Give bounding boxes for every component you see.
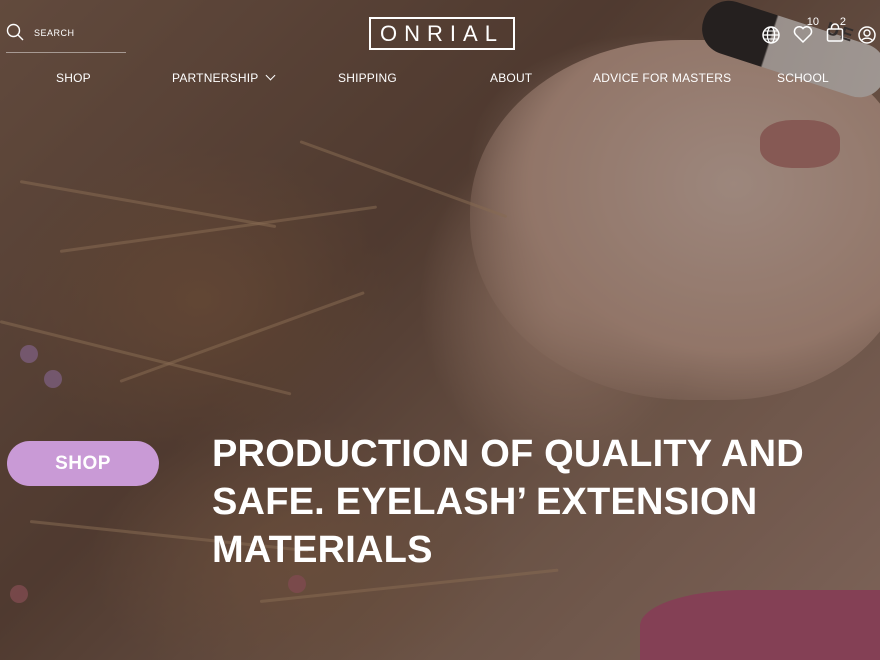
search-field[interactable]: SEARCH [6,22,126,53]
search-icon[interactable] [6,23,24,41]
hero-headline: PRODUCTION OF QUALITY AND SAFE. EYELASH’… [212,433,804,571]
nav-item-shop[interactable]: SHOP [56,71,91,85]
chevron-down-icon [266,70,276,81]
site-header: SEARCH ONRIAL 10 2 SHOP PARTNERSHIP SHIP… [0,0,880,96]
shop-button[interactable]: SHOP [7,441,159,486]
cart-count: 2 [839,16,846,28]
nav-item-school[interactable]: SCHOOL [777,71,829,85]
nav-item-partnership-label: PARTNERSHIP [172,71,259,85]
main-nav: SHOP PARTNERSHIP SHIPPING ABOUT ADVICE F… [0,70,880,87]
logo[interactable]: ONRIAL [369,17,515,50]
nav-item-about[interactable]: ABOUT [490,71,532,85]
search-label: SEARCH [34,28,75,38]
nav-item-shipping[interactable]: SHIPPING [338,71,397,85]
nav-item-advice-for-masters[interactable]: ADVICE FOR MASTERS [593,71,731,85]
nav-item-partnership[interactable]: PARTNERSHIP [172,70,276,85]
wishlist-count: 10 [806,16,819,28]
user-icon[interactable] [856,24,878,46]
globe-icon[interactable] [760,24,782,46]
